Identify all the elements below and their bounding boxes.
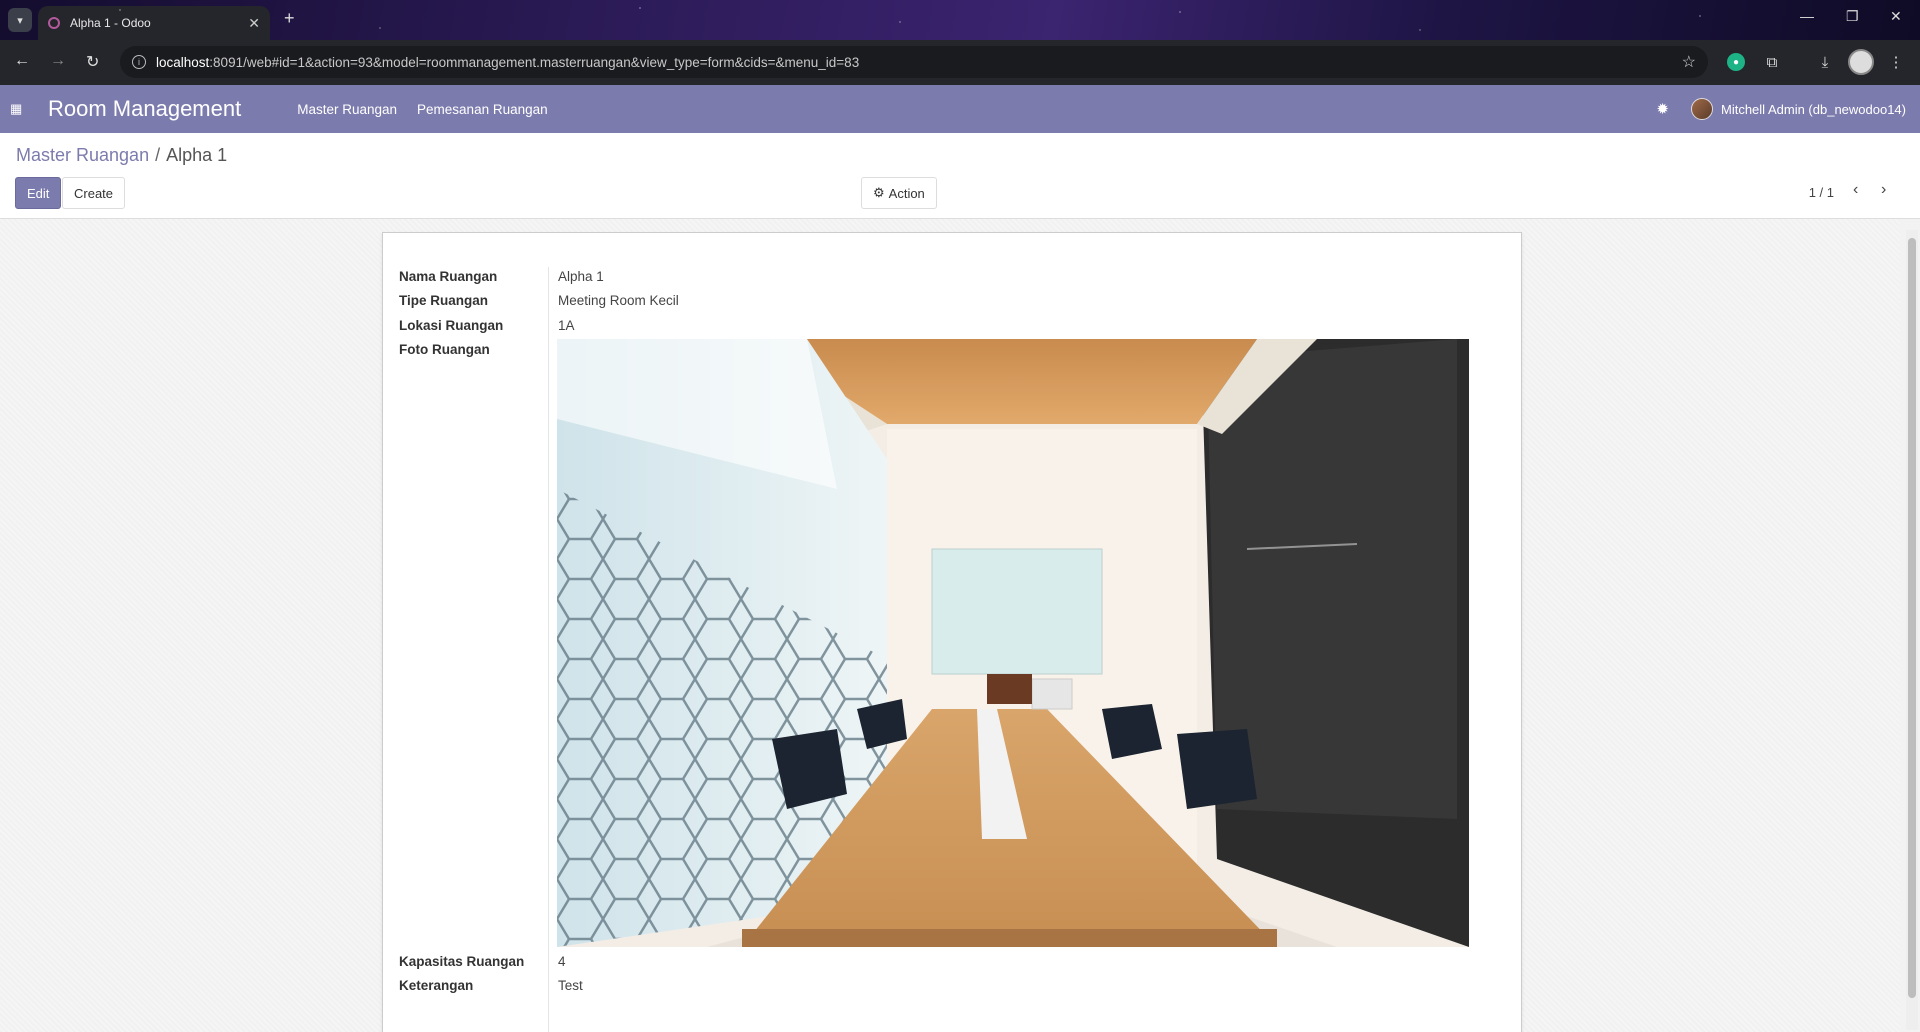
close-window-icon[interactable]: ✕ [1890,8,1902,25]
field-tipe-ruangan: Tipe Ruangan Meeting Room Kecil [399,293,679,308]
field-kapasitas-ruangan: Kapasitas Ruangan 4 [399,954,566,969]
field-keterangan: Keterangan Test [399,978,583,993]
tab-title: Alpha 1 - Odoo [70,16,151,30]
address-bar[interactable]: i localhost :8091/web#id=1&action=93&mod… [120,46,1708,78]
action-button[interactable]: ⚙ Action [861,177,937,209]
pager-next-icon[interactable]: › [1881,181,1886,199]
tab-search-button[interactable]: ▾ [8,8,32,32]
close-tab-icon[interactable]: ✕ [248,15,260,32]
user-avatar[interactable] [1691,98,1713,120]
room-photo[interactable] [557,339,1469,947]
field-divider [548,267,549,1032]
field-value: Alpha 1 [558,269,604,284]
url-path: :8091/web#id=1&action=93&model=roommanag… [209,54,860,70]
user-menu[interactable]: Mitchell Admin (db_newodoo14) [1721,102,1906,117]
site-info-icon[interactable]: i [132,55,146,69]
menu-master-ruangan[interactable]: Master Ruangan [297,102,397,117]
browser-tabstrip: ▾ Alpha 1 - Odoo ✕ + — ❐ ✕ [0,0,1920,40]
control-panel: Master Ruangan / Alpha 1 Edit Create ⚙ Act… [0,133,1920,219]
browser-toolbar: ← → ↻ i localhost :8091/web#id=1&action=… [0,40,1920,85]
room-photo-image [557,339,1469,947]
form-view: Nama Ruangan Alpha 1 Tipe Ruangan Meetin… [0,219,1900,1032]
browser-tab[interactable]: Alpha 1 - Odoo ✕ [38,6,270,40]
odoo-favicon-icon [48,17,60,29]
field-value: Meeting Room Kecil [558,293,679,308]
back-icon[interactable]: ← [14,52,30,70]
extensions-puzzle-icon[interactable]: ⧉ [1760,50,1784,74]
forward-icon[interactable]: → [50,52,66,70]
page-scrollbar[interactable] [1906,230,1918,1030]
breadcrumb-separator: / [155,145,161,165]
field-value: Test [558,978,583,993]
url-host: localhost [156,54,210,70]
breadcrumb-parent[interactable]: Master Ruangan [16,145,149,165]
extension-icon[interactable]: ● [1727,53,1745,71]
field-label: Keterangan [399,978,474,993]
field-label: Lokasi Ruangan [399,318,504,333]
apps-menu-icon[interactable]: ▦ [10,101,26,117]
breadcrumb: Master Ruangan / Alpha 1 [16,145,227,166]
field-lokasi-ruangan: Lokasi Ruangan 1A [399,318,575,333]
field-label: Nama Ruangan [399,269,498,284]
reload-icon[interactable]: ↻ [86,52,99,72]
profile-avatar[interactable] [1848,49,1874,75]
menu-pemesanan-ruangan[interactable]: Pemesanan Ruangan [417,102,548,117]
bookmark-star-icon[interactable]: ☆ [1682,52,1696,72]
field-value: 4 [558,954,566,969]
edit-button[interactable]: Edit [15,177,62,209]
action-label: Action [888,185,925,201]
browser-menu-icon[interactable]: ⋮ [1884,50,1908,74]
pager-previous-icon[interactable]: ‹ [1853,181,1858,199]
pager-value[interactable]: 1 / 1 [1809,185,1834,200]
field-label: Foto Ruangan [399,342,490,357]
app-brand[interactable]: Room Management [48,96,241,122]
field-value: 1A [558,318,575,333]
form-sheet: Nama Ruangan Alpha 1 Tipe Ruangan Meetin… [382,232,1522,1032]
breadcrumb-current: Alpha 1 [166,145,228,165]
restore-icon[interactable]: ❐ [1846,8,1859,25]
debug-bug-icon[interactable]: ✹ [1656,100,1669,118]
scrollbar-thumb[interactable] [1908,238,1916,998]
field-nama-ruangan: Nama Ruangan Alpha 1 [399,269,604,284]
field-foto-ruangan: Foto Ruangan [399,342,549,357]
field-label: Kapasitas Ruangan [399,954,525,969]
gear-icon: ⚙ [873,185,885,200]
download-icon[interactable]: ⤓ [1813,50,1837,74]
odoo-navbar: ▦ Room Management Master Ruangan Pemesan… [0,85,1920,133]
field-label: Tipe Ruangan [399,293,489,308]
minimize-icon[interactable]: — [1800,8,1814,24]
create-button[interactable]: Create [62,177,126,209]
new-tab-button[interactable]: + [284,8,295,29]
